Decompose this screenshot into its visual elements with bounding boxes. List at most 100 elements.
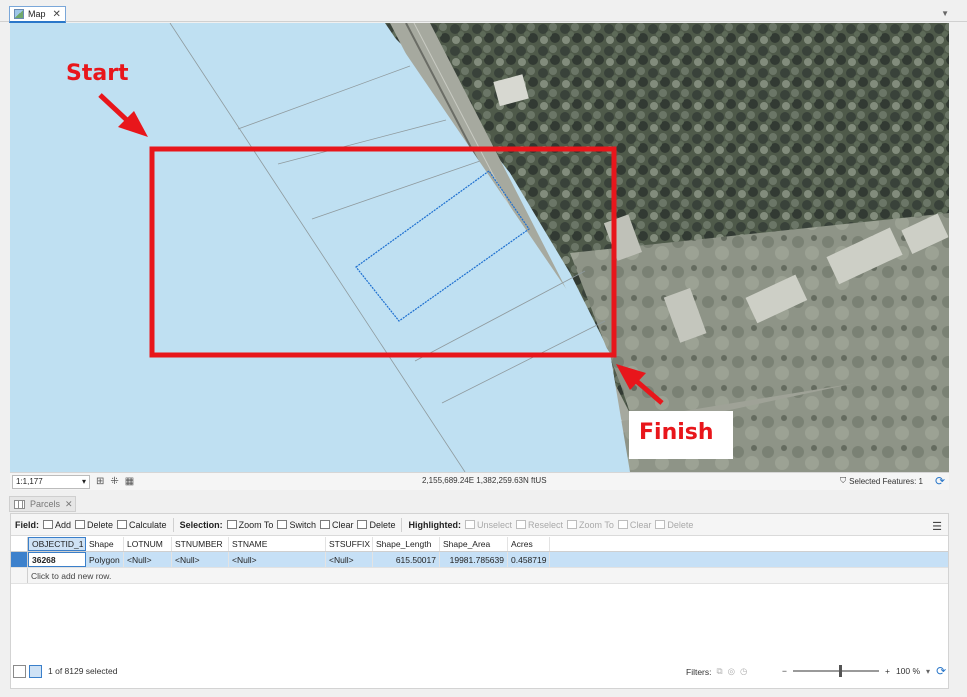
finish-annotation: Finish — [639, 420, 714, 445]
close-icon[interactable]: ✕ — [65, 499, 73, 510]
table-cell[interactable]: Polygon — [86, 552, 124, 567]
delete-highlighted-button[interactable]: Delete — [655, 520, 693, 530]
selection-count: 1 of 8129 selected — [48, 666, 118, 676]
show-all-records-icon[interactable] — [13, 664, 26, 678]
table-status-bar: 1 of 8129 selected Filters: ⧉ ◎ ◷ − + 10… — [10, 662, 949, 680]
map-icon — [14, 9, 24, 19]
delete-highlighted-label: Delete — [667, 519, 694, 530]
reselect-icon — [516, 520, 526, 529]
add-new-row-label: Click to add new row. — [31, 570, 112, 581]
tab-map[interactable]: Map ✕ — [9, 6, 66, 23]
fixed-zoom-icon[interactable]: ⊞ — [96, 476, 104, 487]
reselect-label: Reselect — [528, 519, 564, 530]
table-cell[interactable]: 0.458719 — [508, 552, 550, 567]
tab-parcels[interactable]: Parcels ✕ — [9, 496, 76, 512]
zoom-slider[interactable] — [792, 665, 879, 677]
menu-icon[interactable]: ☰ — [932, 520, 942, 533]
table-cell[interactable]: <Null> — [326, 552, 373, 567]
snapping-icon[interactable]: ⁜ — [110, 476, 118, 487]
unselect-button[interactable]: Unselect — [464, 520, 512, 530]
chevron-down-icon[interactable]: ▾ — [926, 667, 930, 676]
table-cell[interactable]: <Null> — [172, 552, 229, 567]
new-row-selector — [11, 568, 28, 583]
toolbar-divider — [172, 517, 174, 532]
zoom-out-button[interactable]: − — [782, 666, 787, 676]
refresh-icon[interactable]: ⟳ — [935, 474, 945, 488]
filters-group: Filters: ⧉ ◎ ◷ — [686, 666, 747, 677]
show-selected-records-icon[interactable] — [29, 664, 42, 678]
table-cell[interactable]: 36268 — [28, 552, 86, 567]
selection-icon: ⛉ — [840, 476, 847, 485]
scale-selector[interactable]: 1:1,177 ▾ — [12, 474, 90, 489]
selected-features-indicator[interactable]: ⛉ Selected Features: 1 — [840, 476, 923, 486]
start-annotation: Start — [66, 61, 129, 86]
tab-map-label: Map — [28, 9, 46, 19]
reselect-button[interactable]: Reselect — [516, 520, 563, 530]
calculate-icon — [117, 520, 128, 529]
delete-selection-label: Delete — [369, 519, 396, 530]
zoom-to-highlighted-button[interactable]: Zoom To — [567, 520, 614, 530]
zoom-to-highlighted-label: Zoom To — [579, 519, 614, 530]
switch-selection-button[interactable]: Switch — [277, 520, 316, 530]
map-canvas — [10, 23, 949, 472]
grid-icon[interactable]: ▦ — [125, 476, 134, 487]
chevron-down-icon[interactable]: ▼ — [941, 9, 949, 18]
scale-value: 1:1,177 — [16, 477, 43, 486]
filter-time-icon[interactable]: ◷ — [740, 666, 747, 677]
zoom-in-button[interactable]: + — [885, 666, 890, 676]
table-row[interactable]: 36268 Polygon <Null> <Null> <Null> <Null… — [11, 552, 948, 568]
coordinates-readout: 2,155,689.24E 1,382,259.63N ftUS — [422, 476, 547, 485]
header-row-selector — [11, 537, 28, 551]
zoom-to-icon — [567, 520, 578, 529]
map-status-bar: 1:1,177 ▾ ⊞ ⁜ ▦ 2,155,689.24E 1,382,259.… — [10, 472, 949, 490]
refresh-icon[interactable]: ⟳ — [936, 664, 946, 678]
switch-icon — [277, 520, 288, 529]
tab-parcels-label: Parcels — [30, 499, 61, 509]
selected-features-label: Selected Features: 1 — [849, 476, 923, 486]
delete-icon — [357, 520, 368, 529]
map-view[interactable]: Start Finish — [10, 23, 949, 472]
filter-extent-icon[interactable]: ◎ — [728, 666, 735, 677]
clear-icon — [319, 520, 330, 529]
column-header[interactable]: Shape — [86, 537, 124, 551]
table-cell[interactable]: <Null> — [124, 552, 172, 567]
column-header[interactable]: Acres — [508, 537, 550, 551]
add-new-row[interactable]: Click to add new row. — [11, 568, 948, 584]
table-cell[interactable]: 615.50017 — [373, 552, 440, 567]
table-cell[interactable]: <Null> — [229, 552, 326, 567]
column-header[interactable]: STNUMBER — [172, 537, 229, 551]
highlighted-group-label: Highlighted: — [408, 519, 461, 530]
delete-field-button[interactable]: Delete — [75, 520, 113, 530]
column-header[interactable]: STSUFFIX — [326, 537, 373, 551]
table-icon — [14, 499, 25, 509]
close-icon[interactable]: ✕ — [53, 9, 61, 20]
table-zoom: − + 100 % ▾ ⟳ — [782, 664, 946, 678]
table-header: OBJECTID_1 Shape LOTNUM STNUMBER STNAME … — [11, 537, 948, 552]
column-header[interactable]: STNAME — [229, 537, 326, 551]
table-toolbar: Field: Add Delete Calculate Selection: Z… — [11, 514, 948, 536]
column-header[interactable]: OBJECTID_1 — [28, 537, 86, 551]
clear-selection-button[interactable]: Clear — [319, 519, 354, 530]
clear-highlighted-label: Clear — [629, 519, 652, 530]
clear-highlighted-button[interactable]: Clear — [617, 519, 652, 530]
add-field-button[interactable]: Add — [43, 520, 71, 530]
chevron-down-icon: ▾ — [81, 477, 86, 486]
filters-label: Filters: — [686, 666, 712, 677]
clear-label: Clear — [331, 519, 354, 530]
column-header[interactable]: Shape_Area — [440, 537, 508, 551]
row-selector[interactable] — [11, 552, 28, 567]
map-tab-bar: Map ✕ ▼ — [0, 0, 967, 23]
add-field-label: Add — [55, 519, 72, 530]
table-tab-bar: Parcels ✕ — [0, 493, 967, 513]
zoom-to-selection-button[interactable]: Zoom To — [226, 520, 273, 530]
zoom-slider-thumb[interactable] — [838, 665, 842, 677]
delete-selection-button[interactable]: Delete — [357, 520, 395, 530]
toolbar-divider — [401, 517, 403, 532]
table-cell[interactable]: 19981.785639 — [440, 552, 508, 567]
column-header[interactable]: LOTNUM — [124, 537, 172, 551]
calculate-field-button[interactable]: Calculate — [117, 520, 167, 530]
field-group-label: Field: — [15, 519, 39, 530]
column-header[interactable]: Shape_Length — [373, 537, 440, 551]
filter-icon[interactable]: ⧉ — [717, 666, 723, 677]
zoom-level: 100 % — [895, 666, 921, 676]
